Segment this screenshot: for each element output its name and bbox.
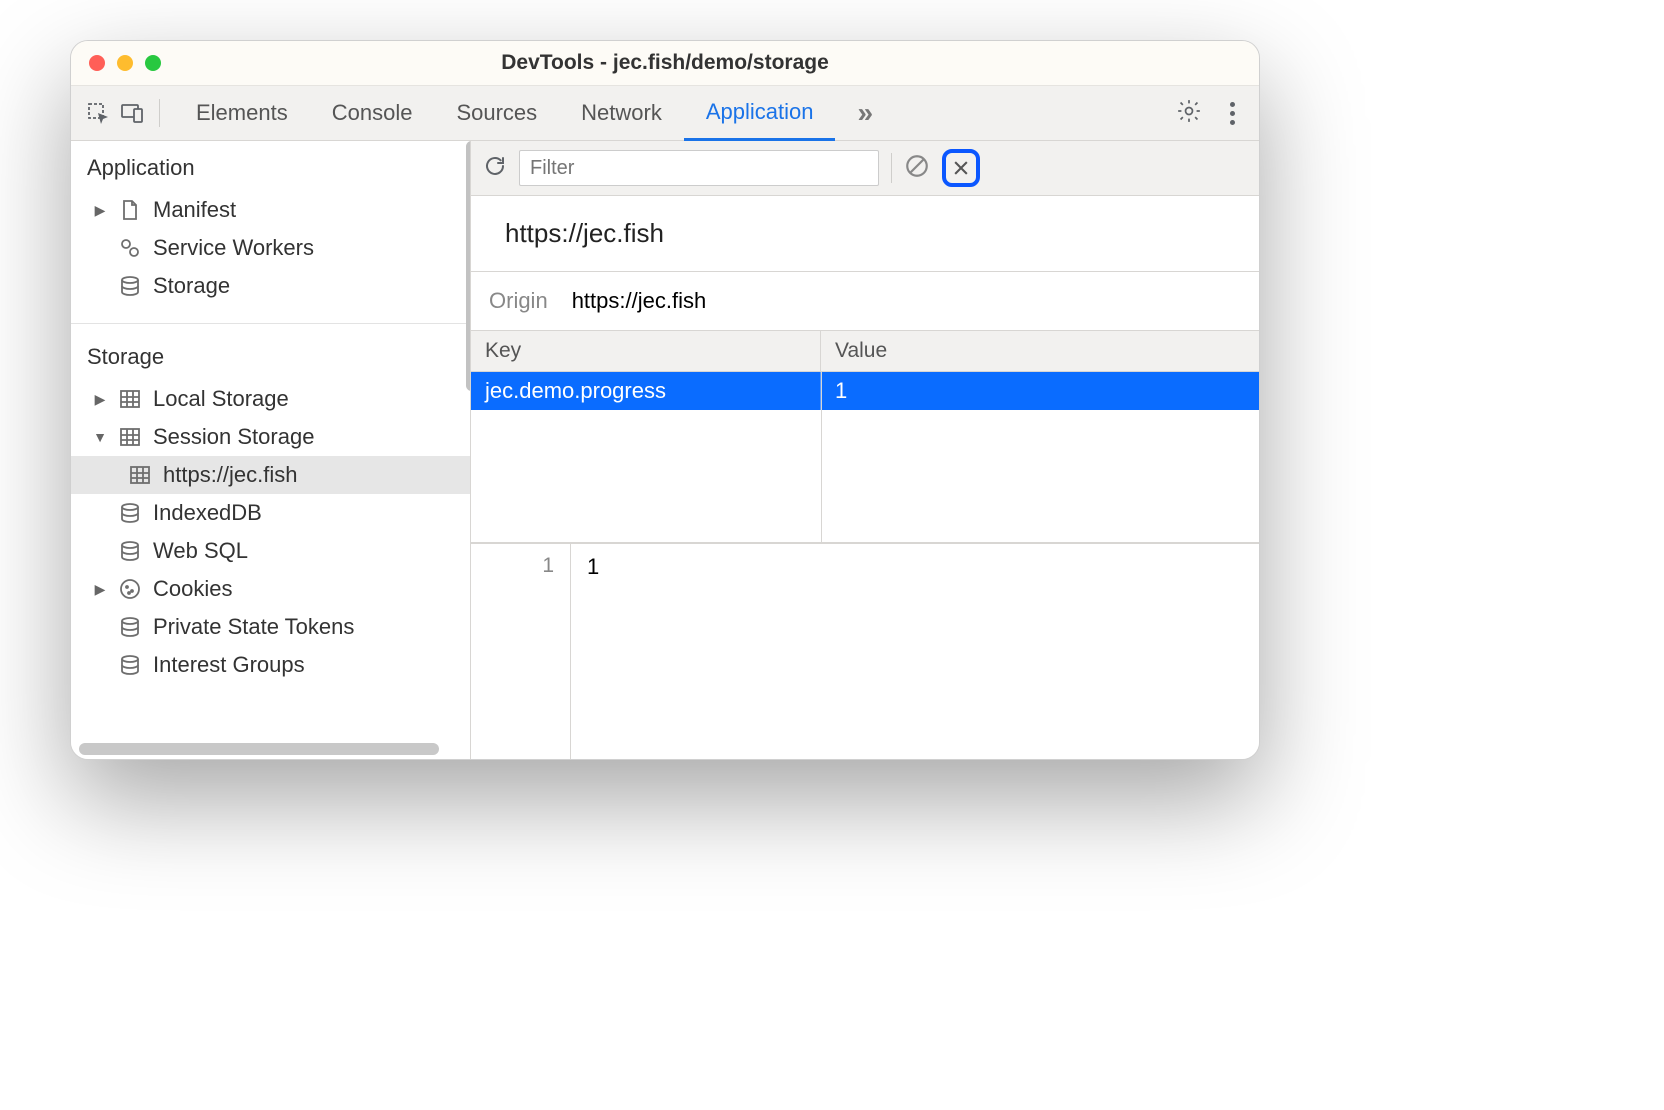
divider bbox=[159, 99, 160, 127]
tab-elements[interactable]: Elements bbox=[174, 86, 310, 141]
sidebar-item-service-workers[interactable]: Service Workers bbox=[71, 229, 470, 267]
database-icon bbox=[117, 538, 143, 564]
preview-value: 1 bbox=[571, 544, 615, 759]
sidebar-item-session-origin[interactable]: https://jec.fish bbox=[71, 456, 470, 494]
origin-heading: https://jec.fish bbox=[471, 196, 1259, 272]
column-divider[interactable] bbox=[821, 372, 822, 542]
table-icon bbox=[117, 424, 143, 450]
line-number: 1 bbox=[471, 544, 571, 759]
sidebar-item-storage[interactable]: Storage bbox=[71, 267, 470, 305]
sidebar-item-indexeddb[interactable]: IndexedDB bbox=[71, 494, 470, 532]
database-icon bbox=[117, 500, 143, 526]
sidebar-item-local-storage[interactable]: ▶ Local Storage bbox=[71, 380, 470, 418]
divider bbox=[891, 153, 892, 183]
refresh-icon[interactable] bbox=[483, 154, 507, 183]
sidebar-item-session-storage[interactable]: ▼ Session Storage bbox=[71, 418, 470, 456]
sidebar-item-private-state-tokens[interactable]: Private State Tokens bbox=[71, 608, 470, 646]
column-key[interactable]: Key bbox=[471, 331, 821, 371]
panel-tabs: Elements Console Sources Network Applica… bbox=[174, 86, 835, 141]
section-storage-title: Storage bbox=[71, 330, 470, 380]
cell-value: 1 bbox=[821, 372, 1259, 410]
filter-input-wrapper bbox=[519, 150, 879, 186]
file-icon bbox=[117, 197, 143, 223]
clear-all-icon[interactable] bbox=[904, 153, 930, 184]
storage-table: Key Value jec.demo.progress 1 bbox=[471, 331, 1259, 543]
gears-icon bbox=[117, 235, 143, 261]
table-icon bbox=[127, 462, 153, 488]
content-toolbar bbox=[471, 141, 1259, 196]
sidebar-item-label: Manifest bbox=[153, 197, 236, 223]
database-icon bbox=[117, 614, 143, 640]
titlebar: DevTools - jec.fish/demo/storage bbox=[71, 41, 1259, 86]
more-options-icon[interactable] bbox=[1220, 100, 1245, 126]
settings-icon[interactable] bbox=[1166, 98, 1212, 129]
main-area: Application ▶ Manifest Service Workers S… bbox=[71, 141, 1259, 759]
table-row[interactable]: jec.demo.progress 1 bbox=[471, 372, 1259, 410]
devtools-window: DevTools - jec.fish/demo/storage Element… bbox=[70, 40, 1260, 760]
main-toolbar: Elements Console Sources Network Applica… bbox=[71, 86, 1259, 141]
inspect-icon[interactable] bbox=[85, 100, 111, 126]
sidebar-item-label: Cookies bbox=[153, 576, 232, 602]
tab-application[interactable]: Application bbox=[684, 86, 836, 141]
tab-sources[interactable]: Sources bbox=[434, 86, 559, 141]
sidebar-item-cookies[interactable]: ▶ Cookies bbox=[71, 570, 470, 608]
origin-value: https://jec.fish bbox=[572, 288, 707, 314]
database-icon bbox=[117, 273, 143, 299]
cookie-icon bbox=[117, 576, 143, 602]
database-icon bbox=[117, 652, 143, 678]
filter-input[interactable] bbox=[530, 151, 868, 185]
table-body: jec.demo.progress 1 bbox=[471, 372, 1259, 542]
sidebar-item-label: Local Storage bbox=[153, 386, 289, 412]
delete-selected-button[interactable] bbox=[942, 149, 980, 187]
sidebar-item-label: Interest Groups bbox=[153, 652, 305, 678]
sidebar-item-manifest[interactable]: ▶ Manifest bbox=[71, 191, 470, 229]
sidebar-item-label: IndexedDB bbox=[153, 500, 262, 526]
sidebar-item-interest-groups[interactable]: Interest Groups bbox=[71, 646, 470, 684]
window-title: DevTools - jec.fish/demo/storage bbox=[71, 51, 1259, 75]
sidebar-item-label: Session Storage bbox=[153, 424, 314, 450]
sidebar-item-label: https://jec.fish bbox=[163, 462, 298, 488]
value-preview: 1 1 bbox=[471, 543, 1259, 759]
tab-console[interactable]: Console bbox=[310, 86, 435, 141]
origin-row: Origin https://jec.fish bbox=[471, 272, 1259, 331]
sidebar-item-label: Web SQL bbox=[153, 538, 248, 564]
cell-key: jec.demo.progress bbox=[471, 372, 821, 410]
sidebar-item-label: Service Workers bbox=[153, 235, 314, 261]
horizontal-scrollbar[interactable] bbox=[79, 743, 439, 755]
section-application-title: Application bbox=[71, 141, 470, 191]
device-toolbar-icon[interactable] bbox=[119, 100, 145, 126]
tab-network[interactable]: Network bbox=[559, 86, 684, 141]
origin-label: Origin bbox=[489, 288, 548, 314]
sidebar-item-label: Storage bbox=[153, 273, 230, 299]
application-sidebar: Application ▶ Manifest Service Workers S… bbox=[71, 141, 471, 759]
storage-content: https://jec.fish Origin https://jec.fish… bbox=[471, 141, 1259, 759]
table-header: Key Value bbox=[471, 331, 1259, 372]
more-tabs-button[interactable]: » bbox=[843, 97, 884, 129]
scrollbar-thumb[interactable] bbox=[466, 141, 471, 391]
sidebar-item-websql[interactable]: Web SQL bbox=[71, 532, 470, 570]
column-value[interactable]: Value bbox=[821, 331, 1259, 371]
table-icon bbox=[117, 386, 143, 412]
sidebar-item-label: Private State Tokens bbox=[153, 614, 354, 640]
